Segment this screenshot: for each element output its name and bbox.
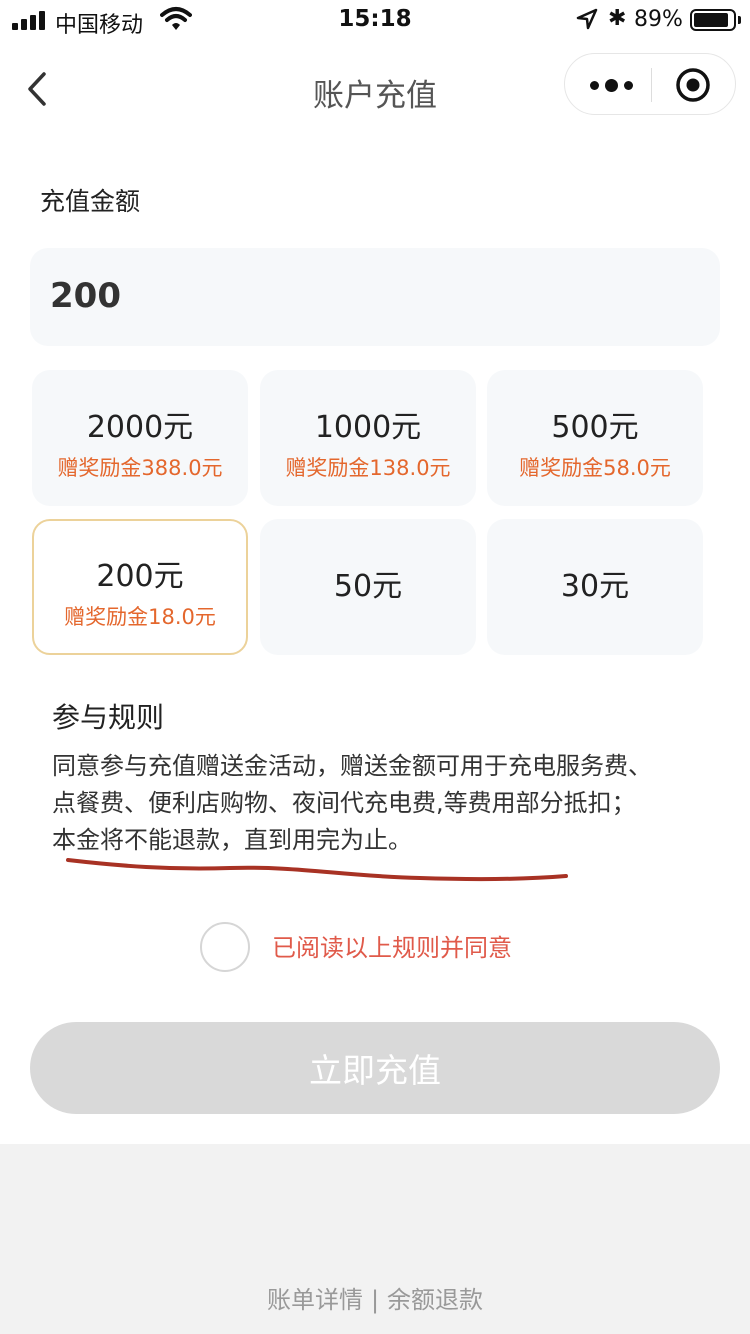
option-value: 500元 xyxy=(551,410,639,445)
balance-refund-link[interactable]: 余额退款 xyxy=(387,1286,483,1314)
option-value: 50元 xyxy=(333,569,403,604)
option-bonus: 赠奖励金18.0元 xyxy=(64,605,216,629)
handwritten-underline xyxy=(66,858,568,882)
amount-label: 充值金额 xyxy=(40,187,141,216)
option-value: 1000元 xyxy=(314,410,422,445)
target-circle-icon[interactable] xyxy=(674,66,712,104)
option-500[interactable]: 500元 赠奖励金58.0元 xyxy=(487,370,703,506)
rules-text: 同意参与充值赠送金活动，赠送金额可用于充电服务费、 点餐费、便利店购物、夜间代充… xyxy=(52,748,702,859)
agree-label[interactable]: 已阅读以上规则并同意 xyxy=(272,928,512,963)
capsule-divider xyxy=(651,68,652,102)
footer: 账单详情 | 余额退款 xyxy=(0,1144,750,1334)
option-bonus: 赠奖励金58.0元 xyxy=(519,456,671,480)
recharge-button[interactable]: 立即充值 xyxy=(30,1022,720,1114)
miniprogram-capsule xyxy=(564,53,736,115)
more-dots-icon[interactable] xyxy=(583,66,639,104)
bill-details-link[interactable]: 账单详情 xyxy=(267,1286,363,1314)
option-200[interactable]: 200元 赠奖励金18.0元 xyxy=(32,519,248,655)
amount-field xyxy=(30,248,720,346)
rules-title: 参与规则 xyxy=(52,701,165,734)
option-bonus: 赠奖励金388.0元 xyxy=(57,456,223,480)
footer-links: 账单详情 | 余额退款 xyxy=(0,1280,750,1315)
bluetooth-icon: ✱ xyxy=(608,6,627,31)
option-value: 30元 xyxy=(560,569,630,604)
option-1000[interactable]: 1000元 赠奖励金138.0元 xyxy=(260,370,476,506)
option-value: 2000元 xyxy=(86,410,194,445)
option-30[interactable]: 30元 xyxy=(487,519,703,655)
footer-separator: | xyxy=(370,1286,380,1314)
option-value: 200元 xyxy=(96,559,184,594)
location-icon xyxy=(576,8,598,30)
status-bar: 中国移动 15:18 ✱ 89% xyxy=(0,0,750,40)
battery-icon xyxy=(690,9,741,31)
battery-percent: 89% xyxy=(634,7,683,32)
rules-line: 同意参与充值赠送金活动，赠送金额可用于充电服务费、 xyxy=(52,752,652,780)
rules-line: 点餐费、便利店购物、夜间代充电费,等费用部分抵扣； xyxy=(52,789,636,817)
option-50[interactable]: 50元 xyxy=(260,519,476,655)
option-2000[interactable]: 2000元 赠奖励金388.0元 xyxy=(32,370,248,506)
agree-checkbox[interactable] xyxy=(200,922,250,972)
amount-input[interactable] xyxy=(50,266,650,326)
option-bonus: 赠奖励金138.0元 xyxy=(285,456,451,480)
